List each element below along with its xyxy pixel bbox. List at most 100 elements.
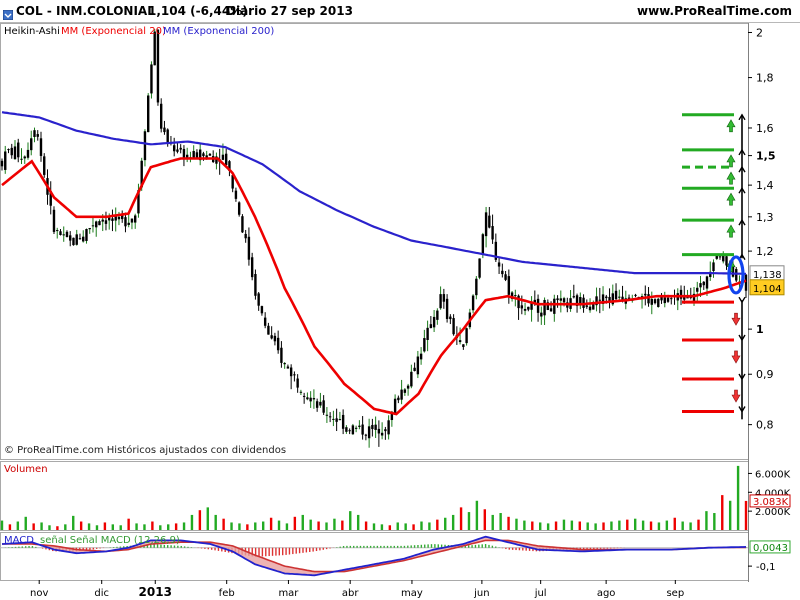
volume-bar [364,521,368,530]
candle-body [335,418,338,422]
price-tick-label: 0,8 [756,419,774,432]
candle-body [345,427,348,432]
volume-bar [127,518,130,530]
candle-body [237,202,241,215]
volume-bar [626,519,629,530]
chart-panels [0,23,749,582]
candle-body [497,262,501,267]
time-tick-label: jul [534,588,547,599]
candle-body [465,328,468,344]
candle-body [283,363,286,365]
candle-body [634,294,637,296]
candle-body [43,156,46,175]
candle-body [176,149,179,152]
volume-bar [665,520,669,530]
candle-body [725,256,728,266]
chart-header: COL - INM.COLONIAL 1,104 (-6,44%) Diario… [0,0,800,23]
candle-body [33,130,36,137]
candle-body [108,217,111,221]
volume-bar [428,522,431,530]
candle-body [341,414,345,429]
candle-body [23,156,26,159]
legend-ema200: MM (Exponencial 200) [163,26,274,37]
candle-body [166,129,169,144]
time-tick-label: nov [30,588,48,599]
price-tick-label: 1,8 [756,72,774,85]
candle-body [91,225,95,227]
symbol-name: COL - INM.COLONIAL [16,4,155,18]
time-tick-label: abr [342,588,359,599]
candle-body [410,371,413,387]
candle-body [471,295,475,311]
volume-bar [404,523,407,530]
candle-body [647,294,650,304]
candle-body [527,306,530,310]
candle-body [663,297,666,304]
candle-body [10,147,13,156]
volume-bar [206,507,209,530]
volume-bar [143,524,146,530]
volume-bar [48,525,51,530]
volume-bar [491,514,494,530]
price-tick-label: 1,4 [756,179,774,192]
price-tick-label: 1,5 [756,150,776,163]
candle-body [507,276,511,295]
volume-bar [285,523,289,530]
volume-bar [713,513,716,530]
candle-body [416,356,420,375]
volume-bar [594,523,597,530]
time-tick-label: ago [597,588,616,599]
volume-bar [578,521,581,530]
website-label: www.ProRealTime.com [637,4,792,18]
time-tick-label: feb [219,588,235,599]
candle-body [101,219,104,222]
candle-body [36,134,39,137]
candle-body [585,305,589,307]
chart-canvas[interactable]: Heikin-Ashi MM (Exponencial 20)MM (Expone… [0,22,800,600]
candle-body [432,316,436,328]
candle-body [75,234,78,245]
candle-body [572,296,576,298]
volume-bar [198,510,202,530]
candle-body [605,296,608,299]
candle-body [413,367,416,371]
volume-tick-label: 6.000K [755,469,791,480]
candle-body [553,298,556,314]
candle-body [520,305,524,309]
candle-body [163,127,166,133]
volume-bar [103,522,107,530]
candle-body [319,401,322,406]
candle-body [124,217,127,227]
candle-body [315,401,319,408]
volume-bar [56,526,59,530]
candle-body [104,220,108,224]
volume-bar [64,524,67,530]
candle-body [338,419,342,421]
volume-bar [744,500,748,530]
candle-body [358,425,361,427]
candle-body [712,262,715,272]
candle-body [588,306,592,311]
candle-body [0,160,4,167]
candle-body [491,226,494,240]
time-tick-label: 2013 [139,585,172,599]
period-date: Diario 27 sep 2013 [226,4,353,18]
candle-body [377,428,381,434]
candle-body [351,425,355,435]
candle-body [653,299,657,304]
candle-body [20,158,23,160]
candle-body [484,212,488,237]
candle-body [374,424,377,430]
candle-body [26,149,30,158]
candle-body [514,295,517,297]
candle-body [650,298,653,305]
candle-body [267,325,270,335]
candle-body [88,228,91,230]
volume-bar [610,521,613,530]
candle-body [523,308,527,311]
volume-bar [451,514,455,530]
candle-body [78,238,82,240]
volume-bar [190,514,194,530]
candle-body [147,95,150,133]
volume-bar [681,521,684,530]
